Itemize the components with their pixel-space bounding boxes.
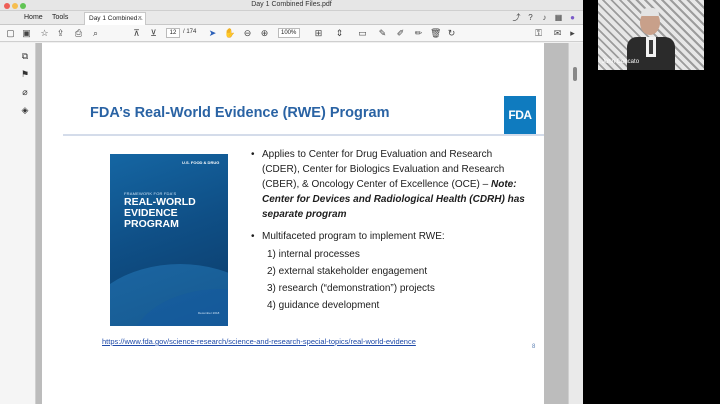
fit-page-icon[interactable]: ⊞ — [313, 28, 324, 39]
bullet-dot: • — [251, 231, 255, 242]
cover-agency-logo: U.S. FOOD & DRUG — [182, 160, 220, 165]
participant-name: John Concato — [602, 59, 640, 65]
next-page-icon[interactable]: ⊻ — [148, 28, 159, 39]
right-scrollbar[interactable] — [568, 43, 583, 404]
bullet-scope-text: Applies to Center for Drug Evaluation an… — [262, 149, 505, 190]
tab-document-label: Day 1 Combined... — [89, 15, 143, 22]
tab-document[interactable]: Day 1 Combined... × — [84, 12, 146, 25]
mail-icon[interactable]: ✉ — [552, 28, 563, 39]
slide-content: FDA’s Real-World Evidence (RWE) Program … — [63, 94, 544, 359]
select-tool-icon[interactable]: ➤ — [207, 28, 218, 39]
delete-icon[interactable]: 🗑 — [430, 28, 441, 39]
close-tab-icon[interactable]: × — [138, 13, 142, 25]
apps-icon[interactable]: ▦ — [554, 13, 563, 22]
zoom-in-icon[interactable]: ⊕ — [259, 28, 270, 39]
participant-tie — [649, 40, 653, 54]
star-icon[interactable]: ☆ — [39, 28, 50, 39]
bookmark-icon[interactable]: ⚑ — [20, 69, 30, 79]
draw-icon[interactable]: ✏ — [413, 28, 424, 39]
sub-item: 4) guidance development — [267, 300, 380, 311]
zoom-out-icon[interactable]: ⊖ — [242, 28, 253, 39]
search-icon[interactable]: ⌕ — [90, 28, 101, 39]
highlight-icon[interactable]: ✐ — [395, 28, 406, 39]
participant-video[interactable]: John Concato — [598, 0, 704, 70]
share-icon[interactable]: ⤴ — [512, 13, 521, 22]
cover-title: REAL-WORLD EVIDENCE PROGRAM — [124, 196, 196, 230]
bullet-item-scope: • Applies to Center for Drug Evaluation … — [251, 147, 531, 222]
page-number-input[interactable]: 12 — [166, 28, 180, 38]
toolbar: ▢ ▣ ☆ ⇪ ⎙ ⌕ ⊼ ⊻ 12 / 174 ➤ ✋ ⊖ ⊕ 100% ⊞ … — [0, 25, 583, 42]
sub-item: 1) internal processes — [267, 249, 360, 260]
attachment-icon[interactable]: ⌀ — [20, 87, 30, 97]
previous-page-icon[interactable]: ⊼ — [131, 28, 142, 39]
expand-icon[interactable]: ▸ — [567, 28, 578, 39]
slide-title: FDA’s Real-World Evidence (RWE) Program — [90, 105, 390, 121]
zoom-select[interactable]: 100% — [278, 28, 300, 38]
key-icon[interactable]: ⚿ — [533, 28, 544, 39]
left-panel: ⧉ ⚑ ⌀ ◈ — [0, 43, 36, 404]
scroll-mode-icon[interactable]: ⇕ — [334, 28, 345, 39]
bell-icon[interactable]: ♪ — [540, 13, 549, 22]
video-panel: John Concato — [583, 0, 720, 404]
bullet-list: • Applies to Center for Drug Evaluation … — [251, 147, 531, 314]
sub-item: 2) external stakeholder engagement — [267, 266, 428, 277]
create-icon[interactable]: ▢ — [5, 28, 16, 39]
tab-home[interactable]: Home — [20, 11, 47, 25]
print-icon[interactable]: ⎙ — [73, 28, 84, 39]
bullet-dot: • — [251, 149, 255, 160]
tab-bar: Home Tools Day 1 Combined... × ⤴ ? ♪ ▦ ● — [0, 11, 583, 25]
fda-rwe-link[interactable]: https://www.fda.gov/science-research/sci… — [102, 337, 416, 346]
pen-icon[interactable]: ✎ — [377, 28, 388, 39]
tabbar-icons: ⤴ ? ♪ ▦ ● — [512, 13, 577, 22]
save-icon[interactable]: ▣ — [21, 28, 32, 39]
rotate-icon[interactable]: ↻ — [446, 28, 457, 39]
scrollbar-thumb[interactable] — [573, 67, 577, 81]
title-divider — [63, 134, 544, 136]
title-bar: Day 1 Combined Files.pdf — [0, 0, 583, 11]
page-total: / 174 — [183, 29, 197, 35]
fda-logo: FDA — [504, 96, 536, 134]
window-title: Day 1 Combined Files.pdf — [251, 1, 332, 8]
layers-icon[interactable]: ◈ — [20, 105, 30, 115]
cover-date: December 2018 — [198, 311, 220, 315]
page-thumbnails-icon[interactable]: ⧉ — [20, 51, 30, 61]
participant-hair — [641, 8, 659, 16]
slide-number: 8 — [532, 344, 536, 350]
upload-icon[interactable]: ⇪ — [55, 28, 66, 39]
help-icon[interactable]: ? — [526, 13, 535, 22]
tab-tools[interactable]: Tools — [48, 11, 72, 25]
comment-icon[interactable]: ▭ — [357, 28, 368, 39]
profile-icon[interactable]: ● — [568, 13, 577, 22]
pdf-reader-window: Day 1 Combined Files.pdf Home Tools Day … — [0, 0, 583, 404]
bullet-item-program: • Multifaceted program to implement RWE: — [251, 229, 531, 244]
hand-tool-icon[interactable]: ✋ — [224, 28, 235, 39]
sub-item: 3) research (“demonstration”) projects — [267, 283, 435, 294]
bullet-program-text: Multifaceted program to implement RWE: — [262, 231, 445, 242]
report-cover-image: U.S. FOOD & DRUG FRAMEWORK FOR FDA'S REA… — [110, 154, 228, 326]
